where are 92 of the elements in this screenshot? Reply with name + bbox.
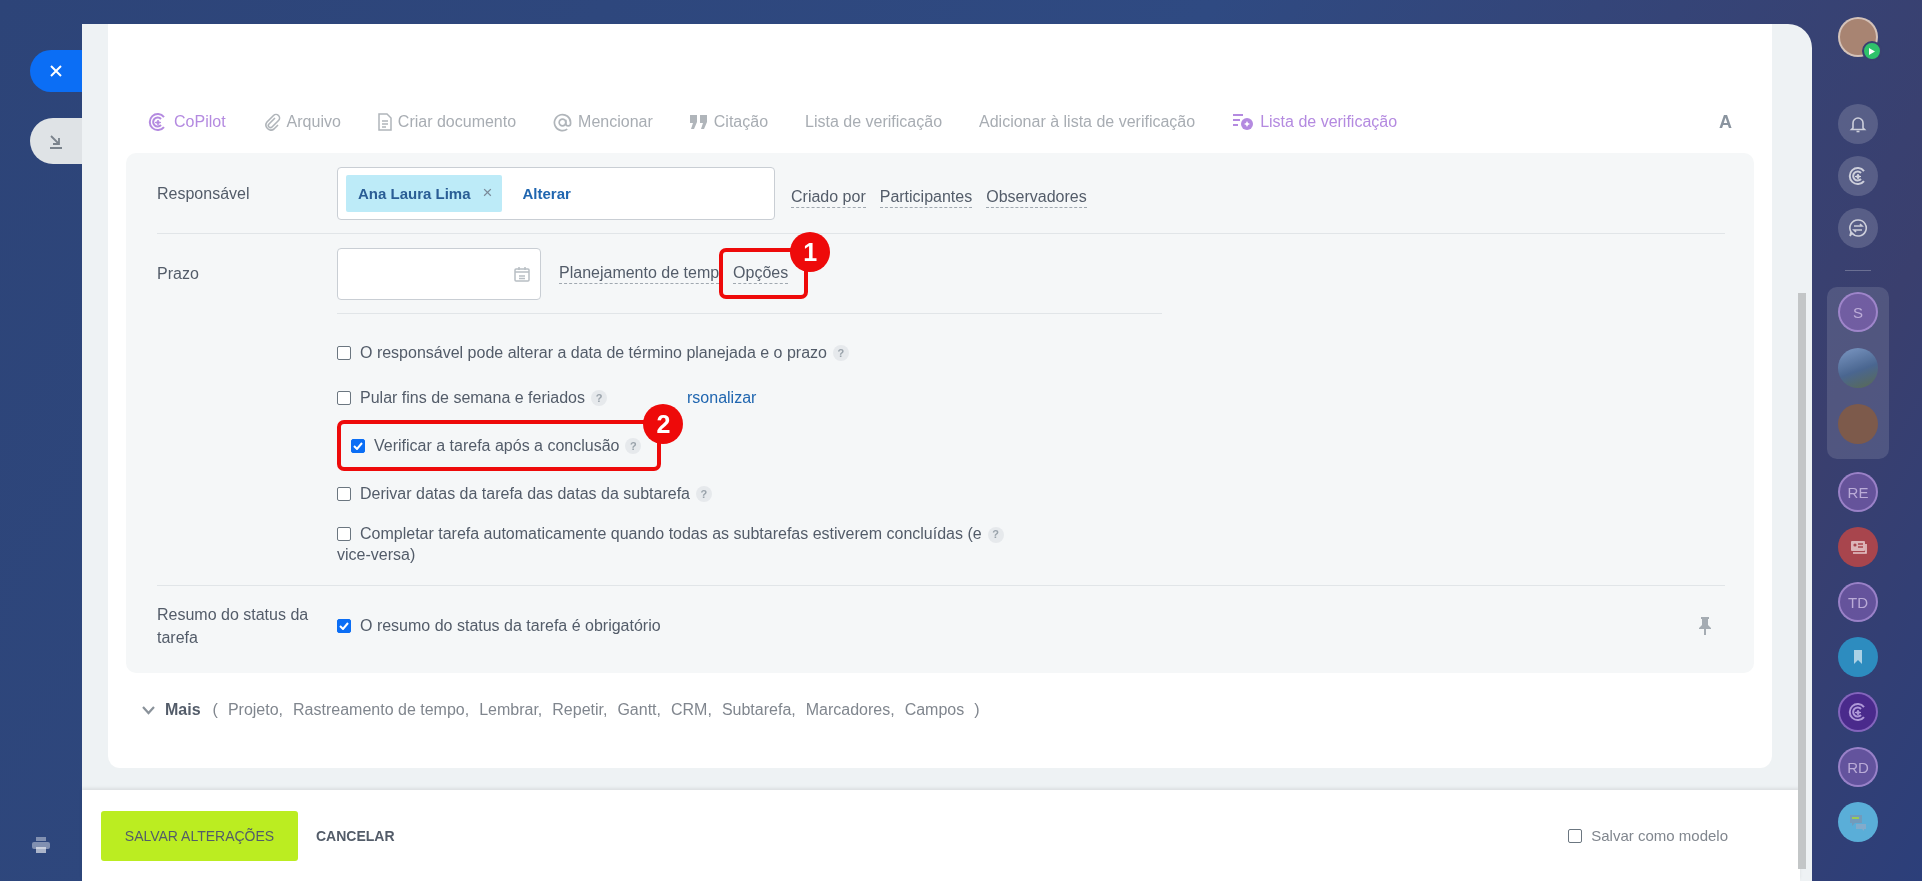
role-link[interactable]: Criado por — [791, 186, 866, 208]
bookmark-button[interactable] — [1838, 637, 1878, 677]
toolbar-button[interactable]: Lista de verificação — [805, 113, 943, 131]
scrollbar[interactable] — [1798, 293, 1806, 869]
checkbox[interactable] — [351, 438, 365, 453]
checkbox-label: vice-versa) — [337, 546, 416, 563]
save-button[interactable]: SALVAR ALTERAÇÕES — [101, 810, 298, 861]
more-section-link[interactable]: Repetir, — [552, 701, 608, 719]
more-section-link[interactable]: Projeto, — [227, 701, 284, 719]
responsible-field[interactable]: Ana Laura Lima × Alterar — [337, 166, 775, 220]
checkbox[interactable] — [337, 486, 351, 501]
contact-card-button[interactable] — [1838, 527, 1878, 567]
more-section-link[interactable]: Lembrar, — [479, 701, 543, 719]
checkbox-label: Salvar como modelo — [1591, 827, 1728, 844]
role-link[interactable]: Observadores — [986, 186, 1087, 208]
more-section-link[interactable]: CRM, — [671, 701, 712, 719]
help-icon[interactable]: ? — [696, 485, 712, 502]
play-badge-icon — [1862, 41, 1882, 61]
close-button[interactable] — [30, 50, 82, 92]
change-link[interactable]: Alterar — [522, 184, 571, 202]
field-label: Responsável — [157, 183, 251, 204]
more-section-link[interactable]: Gantt, — [617, 701, 661, 719]
format-button[interactable]: A — [1719, 111, 1732, 133]
step-number: 2 — [643, 404, 684, 444]
customize-link[interactable]: rsonalizar — [687, 388, 757, 407]
checklist-sparkle-icon — [1232, 113, 1255, 131]
toolbar-button[interactable]: Lista de verificação — [1232, 113, 1398, 131]
bracket: ) — [974, 701, 980, 719]
chevron-down-icon[interactable] — [142, 705, 155, 715]
checkbox-label: O responsável pode alterar a data de término planejada e o prazo — [360, 343, 827, 362]
user-avatar[interactable] — [1838, 17, 1878, 57]
user-name: Ana Laura Lima — [358, 184, 471, 202]
bracket: ( — [212, 701, 218, 719]
toolbar-button[interactable]: Citação — [689, 113, 769, 131]
document-icon — [377, 113, 392, 131]
copilot-icon — [1848, 166, 1868, 186]
step-number: 1 — [790, 232, 831, 272]
checkbox-label: Verificar a tarefa após a conclusão — [374, 436, 620, 455]
help-icon[interactable]: ? — [832, 344, 849, 361]
more-section-link[interactable]: Rastreamento de tempo, — [293, 701, 470, 719]
close-icon — [49, 64, 63, 78]
initials-avatar[interactable]: S — [1838, 292, 1878, 332]
bell-icon — [1848, 114, 1868, 134]
role-link[interactable]: Participantes — [879, 186, 973, 208]
minimize-button[interactable] — [30, 118, 82, 164]
checkbox[interactable] — [1568, 828, 1583, 843]
remove-button[interactable]: × — [482, 183, 493, 203]
toolbar-button[interactable]: CoPilot — [148, 112, 226, 132]
checkbox-label: Derivar datas da tarefa das datas da subtarefa — [360, 484, 690, 503]
more-toggle[interactable]: Mais — [165, 701, 201, 719]
field-label: Prazo — [157, 264, 200, 284]
help-icon[interactable]: ? — [625, 437, 642, 454]
copilot-icon — [148, 112, 168, 132]
field-label: Resumo do status da tarefa — [157, 605, 310, 648]
checkbox-label: O resumo do status da tarefa é obrigatório — [360, 617, 661, 635]
toolbar-button[interactable]: Arquivo — [262, 113, 341, 131]
chat-button[interactable] — [1838, 208, 1878, 248]
checkbox[interactable] — [337, 619, 351, 633]
chat-bubbles-icon — [1848, 812, 1868, 832]
initials-avatar[interactable]: TD — [1838, 582, 1878, 622]
more-section-link[interactable]: Marcadores, — [805, 701, 895, 719]
checkbox[interactable] — [337, 345, 351, 360]
more-section-link[interactable]: Campos — [904, 701, 965, 719]
toolbar-button[interactable]: Criar documento — [377, 113, 517, 131]
chat-arrows-icon — [1848, 218, 1868, 238]
more-section-link[interactable]: Subtarefa, — [721, 701, 796, 719]
initials-avatar[interactable]: RE — [1838, 472, 1878, 512]
checkbox[interactable] — [337, 390, 351, 405]
initials-avatar[interactable]: RD — [1838, 747, 1878, 787]
options-link[interactable]: Opções — [733, 263, 789, 284]
cancel-button[interactable]: CANCELAR — [316, 827, 395, 844]
calendar-icon — [514, 265, 530, 282]
toolbar-button[interactable]: Adicionar à lista de verificação — [979, 113, 1196, 131]
arrow-down-right-icon — [48, 133, 64, 149]
copilot-button[interactable] — [1838, 156, 1878, 196]
at-sign-icon — [553, 112, 573, 132]
copilot-icon — [1848, 702, 1868, 722]
help-icon[interactable]: ? — [591, 389, 607, 406]
checkbox[interactable] — [337, 527, 351, 541]
copilot-button[interactable] — [1838, 692, 1878, 732]
help-icon[interactable]: ? — [987, 526, 1004, 543]
paperclip-icon — [262, 113, 281, 131]
quote-icon — [689, 115, 708, 129]
toolbar-button[interactable]: Mencionar — [553, 112, 653, 132]
print-button[interactable] — [32, 837, 50, 853]
checkbox-label: Pular fins de semana e feriados — [360, 388, 585, 407]
time-planning-link[interactable]: Planejamento de temp — [559, 263, 720, 284]
checkbox-label: Completar tarefa automaticamente quando todas as subtarefas estiverem concluídas (e — [360, 525, 982, 542]
printer-icon — [32, 837, 50, 853]
date-field[interactable] — [337, 247, 541, 300]
notifications-button[interactable] — [1838, 104, 1878, 144]
chat-button[interactable] — [1838, 802, 1878, 842]
